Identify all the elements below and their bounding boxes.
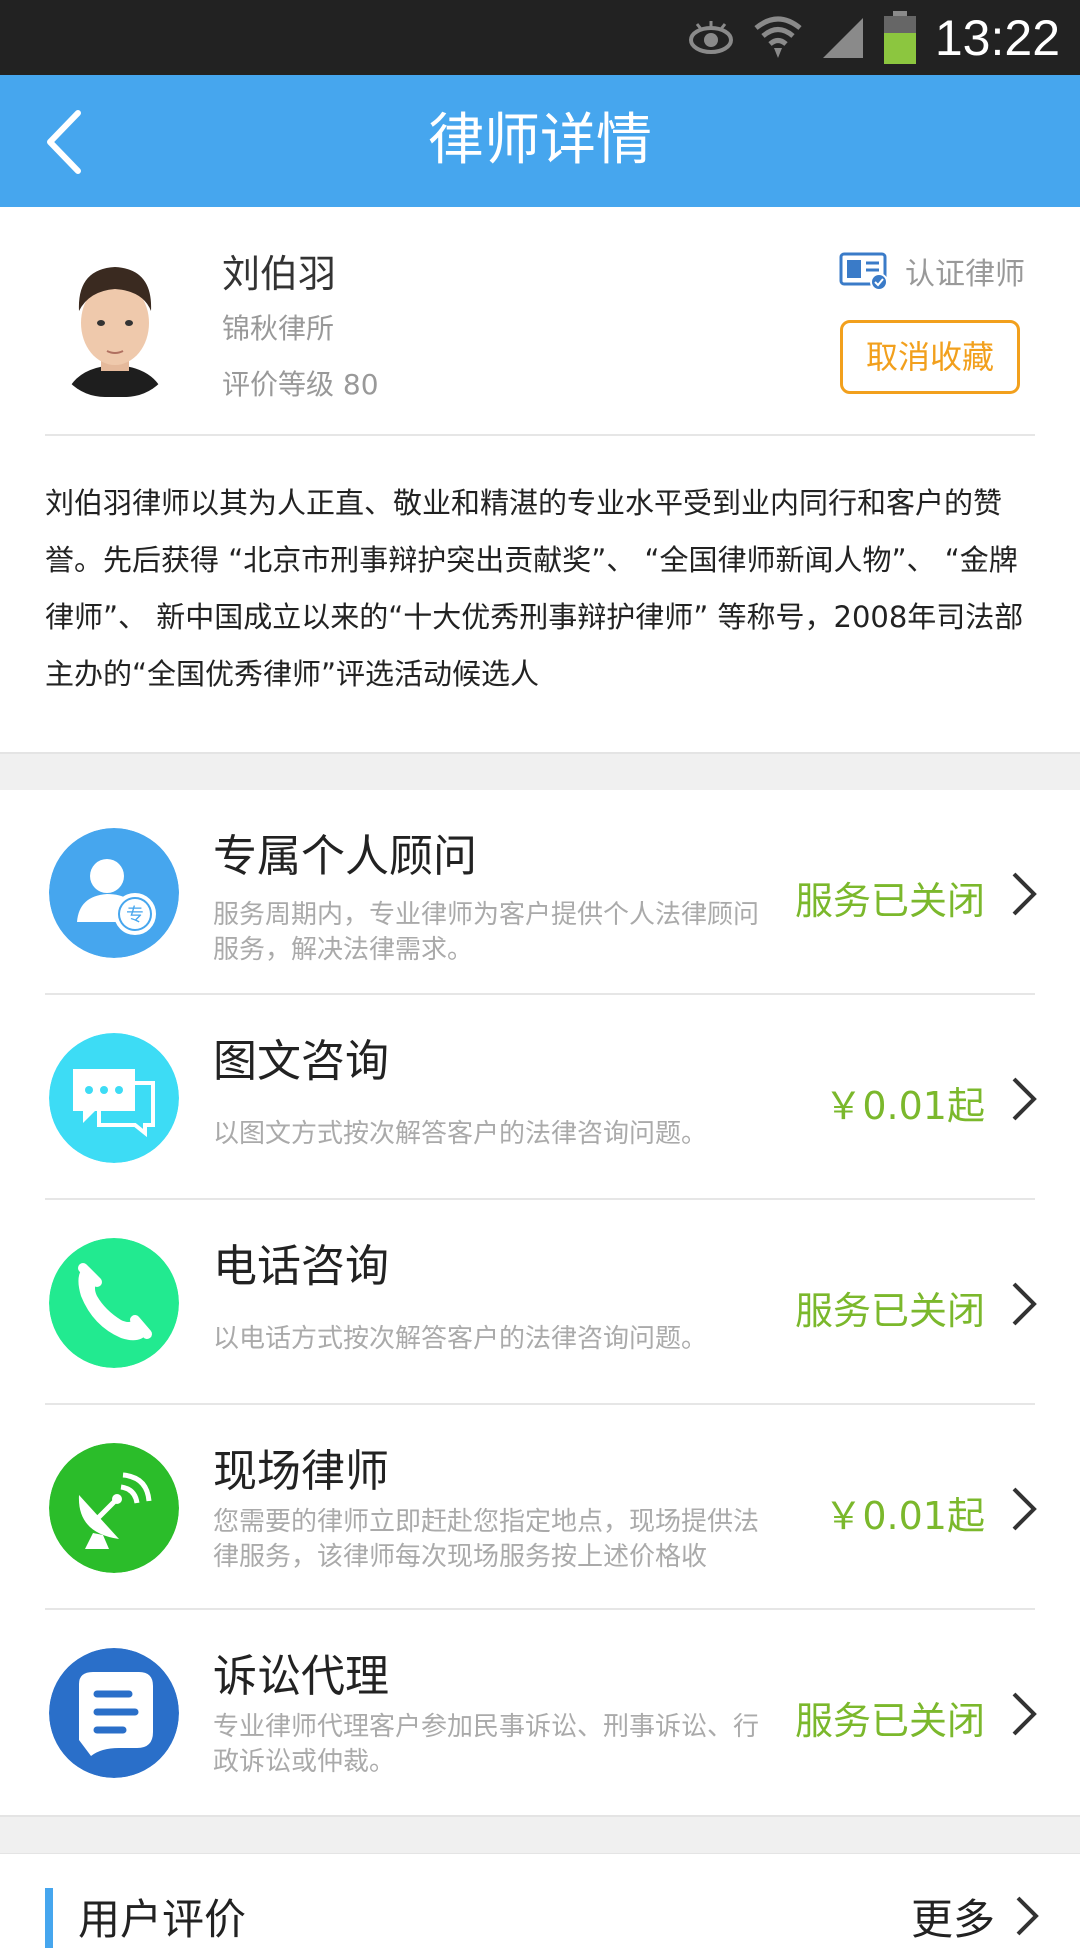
certification-badge: 认证律师 bbox=[839, 249, 1025, 293]
avatar bbox=[55, 247, 175, 397]
service-item-onsite-lawyer[interactable]: 现场律师 您需要的律师立即赶赴您指定地点，现场提供法律服务，该律师每次现场服务按… bbox=[0, 1405, 1080, 1610]
section-accent-bar bbox=[45, 1888, 53, 1948]
id-card-icon bbox=[839, 252, 888, 290]
chevron-right-icon bbox=[1012, 1487, 1037, 1531]
service-title: 专属个人顾问 bbox=[213, 831, 477, 882]
certification-label: 认证律师 bbox=[905, 257, 1025, 292]
services-list: 专 专属个人顾问 服务周期内，专业律师为客户提供个人法律顾问服务，解决法律需求。… bbox=[0, 790, 1080, 1815]
service-title: 现场律师 bbox=[213, 1446, 389, 1497]
service-status: 服务已关闭 bbox=[794, 879, 985, 923]
service-price: ￥0.01起 bbox=[824, 1084, 985, 1128]
unfavorite-button[interactable]: 取消收藏 bbox=[840, 320, 1020, 394]
service-description: 以电话方式按次解答客户的法律咨询问题。 bbox=[213, 1324, 708, 1354]
service-description: 以图文方式按次解答客户的法律咨询问题。 bbox=[213, 1119, 708, 1149]
signal-icon bbox=[822, 17, 863, 58]
reviews-title: 用户评价 bbox=[78, 1895, 247, 1944]
personal-advisor-icon: 专 bbox=[49, 828, 179, 958]
service-item-personal-advisor[interactable]: 专 专属个人顾问 服务周期内，专业律师为客户提供个人法律顾问服务，解决法律需求。… bbox=[0, 790, 1080, 995]
service-title: 诉讼代理 bbox=[213, 1651, 389, 1702]
lawyer-name: 刘伯羽 bbox=[222, 252, 337, 296]
chevron-right-icon[interactable] bbox=[1014, 1894, 1040, 1938]
service-description: 专业律师代理客户参加民事诉讼、刑事诉讼、行政诉讼或仲裁。 bbox=[213, 1712, 760, 1777]
svg-text:专: 专 bbox=[126, 905, 144, 926]
chevron-right-icon bbox=[1012, 1692, 1037, 1736]
more-reviews-link[interactable]: 更多 bbox=[911, 1886, 995, 1947]
service-item-phone-consult[interactable]: 电话咨询 以电话方式按次解答客户的法律咨询问题。 服务已关闭 bbox=[0, 1200, 1080, 1405]
service-title: 图文咨询 bbox=[213, 1036, 389, 1087]
status-bar: 13:22 bbox=[0, 0, 1080, 75]
phone-icon bbox=[49, 1238, 179, 1368]
service-title: 电话咨询 bbox=[213, 1241, 389, 1292]
service-item-litigation[interactable]: 诉讼代理 专业律师代理客户参加民事诉讼、刑事诉讼、行政诉讼或仲裁。 服务已关闭 bbox=[0, 1610, 1080, 1815]
chevron-right-icon bbox=[1012, 1282, 1037, 1326]
service-price: ￥0.01起 bbox=[824, 1494, 985, 1538]
lawyer-rating: 评价等级 80 bbox=[222, 368, 379, 401]
chevron-right-icon bbox=[1012, 872, 1037, 916]
service-status: 服务已关闭 bbox=[794, 1699, 985, 1743]
section-gap bbox=[0, 1815, 1080, 1855]
chat-bubble-icon bbox=[49, 1033, 179, 1163]
battery-icon bbox=[883, 10, 916, 64]
service-description: 您需要的律师立即赶赴您指定地点，现场提供法律服务，该律师每次现场服务按上述价格收 bbox=[213, 1507, 760, 1572]
page-title: 律师详情 bbox=[428, 108, 652, 173]
lawyer-firm: 锦秋律所 bbox=[222, 312, 335, 345]
service-item-text-consult[interactable]: 图文咨询 以图文方式按次解答客户的法律咨询问题。 ￥0.01起 bbox=[0, 995, 1080, 1200]
satellite-dish-icon bbox=[49, 1443, 179, 1573]
reviews-section: 用户评价 更多 bbox=[0, 1854, 1080, 1948]
divider bbox=[45, 434, 1035, 436]
lawyer-bio: 刘伯羽律师以其为人正直、敬业和精湛的专业水平受到业内同行和客户的赞誉。先后获得 … bbox=[45, 486, 1024, 691]
wifi-icon bbox=[754, 16, 802, 58]
service-description: 服务周期内，专业律师为客户提供个人法律顾问服务，解决法律需求。 bbox=[213, 900, 760, 965]
app-header: 律师详情 bbox=[0, 75, 1080, 207]
section-gap bbox=[0, 752, 1080, 792]
litigation-icon bbox=[49, 1648, 179, 1778]
lawyer-profile: 刘伯羽 锦秋律所 评价等级 80 认证律师 取消收藏 刘伯羽律师以其为人正直、敬… bbox=[0, 207, 1080, 754]
service-status: 服务已关闭 bbox=[794, 1289, 985, 1333]
eye-icon bbox=[688, 20, 733, 54]
chevron-right-icon bbox=[1012, 1077, 1037, 1121]
status-time: 13:22 bbox=[934, 9, 1060, 66]
